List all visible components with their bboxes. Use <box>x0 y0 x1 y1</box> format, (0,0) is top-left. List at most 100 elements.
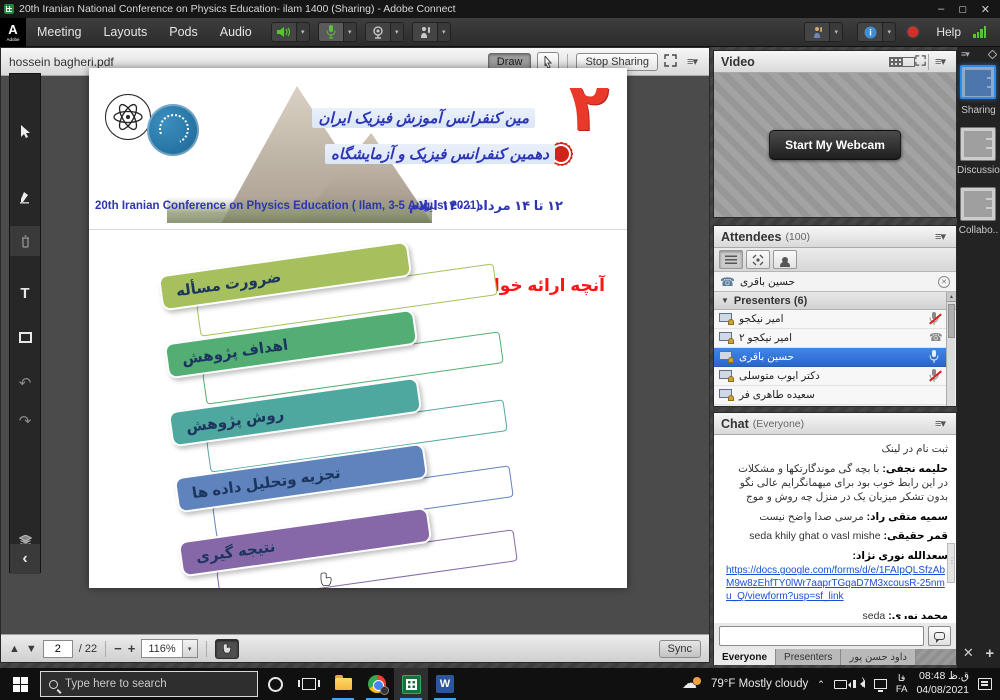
presenters-group-header[interactable]: Presenters (6) <box>714 292 956 310</box>
raise-hand-button[interactable] <box>412 22 451 42</box>
record-indicator <box>908 27 918 37</box>
weather-text[interactable]: 79°F Mostly cloudy <box>711 678 808 690</box>
zoom-dropdown-icon[interactable] <box>182 640 197 657</box>
cortana-button[interactable] <box>258 668 292 700</box>
add-layout-icon[interactable] <box>985 645 994 662</box>
shape-tool-icon <box>19 332 32 343</box>
chat-link[interactable]: https://docs.google.com/forms/d/e/1FAIpQ… <box>726 564 948 603</box>
raise-hand-dropdown[interactable] <box>438 22 451 42</box>
layout-tools-icon[interactable] <box>963 645 974 662</box>
redo-button[interactable] <box>10 406 40 436</box>
tray-expand-icon[interactable] <box>817 679 825 690</box>
video-pod-menu-icon[interactable] <box>931 55 949 68</box>
maximize-button[interactable] <box>958 3 967 15</box>
minimize-button[interactable] <box>938 3 944 15</box>
breakout-view-button[interactable] <box>746 250 770 269</box>
microphone-button[interactable] <box>318 22 357 42</box>
send-message-button[interactable] <box>928 626 951 646</box>
chat-pod-menu-icon[interactable] <box>931 417 949 430</box>
microphone-dropdown[interactable] <box>344 22 357 42</box>
help-menu[interactable]: Help <box>936 25 961 39</box>
tray-camera-icon[interactable] <box>834 680 847 689</box>
chrome-button[interactable] <box>360 668 394 700</box>
grid-view-icon[interactable] <box>902 57 915 67</box>
word-icon: W <box>436 675 454 693</box>
fullscreen-icon[interactable] <box>664 54 677 70</box>
next-page-button[interactable] <box>26 643 37 655</box>
set-status-dropdown[interactable] <box>830 22 843 42</box>
info-button[interactable]: i <box>857 22 896 42</box>
undo-button[interactable] <box>10 368 40 398</box>
speaker-button[interactable] <box>271 22 310 42</box>
shape-tool[interactable] <box>10 322 40 352</box>
taskbar-search[interactable]: Type here to search <box>40 671 258 697</box>
layout-discussion-thumbnail[interactable] <box>960 127 996 161</box>
dismiss-icon[interactable] <box>938 276 950 288</box>
network-signal-icon[interactable] <box>973 26 986 38</box>
selection-tool[interactable] <box>10 116 40 146</box>
scrollbar-thumb[interactable] <box>948 304 955 338</box>
attendee-status-view-button[interactable] <box>773 250 797 269</box>
attendee-row[interactable]: امیر نیکجو <box>714 310 946 329</box>
attendee-row[interactable]: سعیده طاهری فر <box>714 386 946 405</box>
start-button[interactable] <box>0 668 40 700</box>
attendee-list-view-button[interactable] <box>719 250 743 269</box>
collapse-toolbar-button[interactable] <box>10 544 40 574</box>
set-status-button[interactable] <box>804 22 843 42</box>
pan-tool-button[interactable] <box>215 639 239 659</box>
chat-tab-presenters[interactable]: Presenters <box>776 649 841 665</box>
sync-button[interactable]: Sync <box>659 640 701 658</box>
attendee-row[interactable]: دکتر ایوب متوسلی <box>714 367 946 386</box>
previous-page-button[interactable] <box>9 643 20 655</box>
video-fullscreen-icon[interactable] <box>915 55 926 69</box>
webcam-dropdown[interactable] <box>391 22 404 42</box>
webcam-button[interactable] <box>365 22 404 42</box>
zoom-out-button[interactable]: − <box>114 641 122 656</box>
scroll-up-icon[interactable] <box>947 292 956 302</box>
adobe-connect-taskbar-button[interactable] <box>394 668 428 700</box>
weather-icon[interactable] <box>682 677 702 691</box>
marker-tool-icon <box>19 191 31 204</box>
pin-icon[interactable] <box>988 49 998 59</box>
speaker-dropdown[interactable] <box>297 22 310 42</box>
layouts-menu-icon[interactable] <box>961 49 969 60</box>
collapse-group-icon <box>721 296 729 305</box>
filmstrip-view-icon[interactable] <box>889 57 902 67</box>
chat-input[interactable] <box>719 626 924 646</box>
info-dropdown[interactable] <box>883 22 896 42</box>
attendees-pod-menu-icon[interactable] <box>931 230 949 243</box>
share-pod-menu-icon[interactable] <box>683 55 701 68</box>
list-view-icon <box>725 255 737 264</box>
menu-layouts[interactable]: Layouts <box>92 18 158 47</box>
taskbar-clock[interactable]: 08:48 ق.ظ04/08/2021 <box>916 670 969 697</box>
slide-big-number: ۲ <box>569 74 609 140</box>
menu-pods[interactable]: Pods <box>158 18 209 47</box>
eraser-tool[interactable] <box>10 226 40 256</box>
menu-audio[interactable]: Audio <box>209 18 263 47</box>
attendees-scrollbar[interactable] <box>946 292 955 406</box>
zoom-in-button[interactable]: + <box>128 641 136 656</box>
language-indicator[interactable]: فاFA <box>896 673 908 696</box>
zoom-select[interactable]: 116% <box>141 639 197 658</box>
chat-tab-everyone[interactable]: Everyone <box>714 649 776 665</box>
layout-collaboration-thumbnail[interactable] <box>960 187 996 221</box>
marker-tool[interactable] <box>10 182 40 212</box>
menu-meeting[interactable]: Meeting <box>26 18 92 47</box>
chat-tab-private[interactable]: داود حسن پور <box>841 649 916 665</box>
attendee-row[interactable]: امیر نیکجو ۲ ☎ <box>714 329 946 348</box>
chat-pod: Chat (Everyone) ثبت نام در لینک حلیمه نج… <box>713 412 957 664</box>
task-view-button[interactable] <box>292 668 326 700</box>
attendee-row-selected[interactable]: حسین باقری <box>714 348 946 367</box>
pan-hand-icon <box>222 643 232 655</box>
chat-scrollbar[interactable] <box>947 543 955 583</box>
page-number-input[interactable] <box>43 640 73 658</box>
start-webcam-button[interactable]: Start My Webcam <box>769 130 901 160</box>
tray-volume-icon[interactable] <box>856 680 865 688</box>
file-explorer-button[interactable] <box>326 668 360 700</box>
text-tool[interactable]: T <box>10 278 40 308</box>
word-button[interactable]: W <box>428 668 462 700</box>
close-button[interactable] <box>981 3 990 16</box>
tray-display-icon[interactable] <box>874 679 887 689</box>
layout-sharing-thumbnail[interactable] <box>960 65 996 99</box>
action-center-icon[interactable] <box>978 678 992 690</box>
